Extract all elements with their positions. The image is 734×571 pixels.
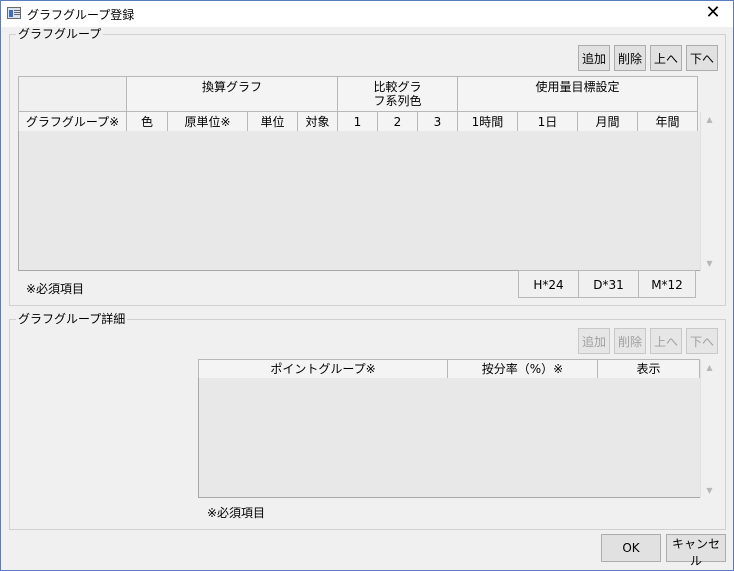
- detail-grid-scrollbar[interactable]: ▲ ▼: [700, 360, 718, 498]
- graph-group-box: グラフグループ 追加 削除 上へ 下へ 換算グラフ 比較グラフ系列色 使用量目標…: [9, 27, 726, 306]
- g1-down-button[interactable]: 下へ: [686, 45, 718, 71]
- cancel-button[interactable]: キャンセル: [666, 534, 726, 568]
- col-header-allocation-rate[interactable]: 按分率（%）※: [447, 359, 598, 379]
- col-header-series-1[interactable]: 1: [337, 111, 378, 132]
- col-header-month[interactable]: 月間: [577, 111, 638, 132]
- stat-hourly: H*24: [518, 270, 579, 298]
- band-header-blank: [18, 76, 127, 112]
- col-header-base-unit[interactable]: 原単位※: [167, 111, 248, 132]
- close-button[interactable]: ✕: [693, 1, 733, 27]
- g2-up-button[interactable]: 上へ: [650, 328, 682, 354]
- graph-group-detail-label: グラフグループ詳細: [16, 312, 128, 326]
- detail-grid-body[interactable]: [198, 378, 718, 498]
- graph-group-label: グラフグループ: [16, 27, 104, 41]
- band-header-usage-target: 使用量目標設定: [457, 76, 698, 112]
- col-header-day[interactable]: 1日: [517, 111, 578, 132]
- stat-monthly: M*12: [638, 270, 696, 298]
- graph-group-grid-body[interactable]: [18, 131, 718, 271]
- g2-required-note: ※必須項目: [207, 506, 266, 520]
- band-header-compare-series: 比較グラフ系列色: [337, 76, 458, 112]
- col-header-hour[interactable]: 1時間: [457, 111, 518, 132]
- ok-button[interactable]: OK: [601, 534, 661, 562]
- col-header-point-group[interactable]: ポイントグループ※: [198, 359, 448, 379]
- g1-add-button[interactable]: 追加: [578, 45, 610, 71]
- g2-add-button[interactable]: 追加: [578, 328, 610, 354]
- col-header-series-2[interactable]: 2: [377, 111, 418, 132]
- col-header-color[interactable]: 色: [126, 111, 168, 132]
- graph-group-scrollbar[interactable]: ▲ ▼: [700, 112, 718, 271]
- scroll-up-icon[interactable]: ▲: [701, 115, 718, 124]
- col-header-year[interactable]: 年間: [637, 111, 698, 132]
- title-bar: グラフグループ登録 ✕: [1, 1, 733, 27]
- col-header-series-3[interactable]: 3: [417, 111, 458, 132]
- scroll-up-icon[interactable]: ▲: [701, 363, 718, 372]
- dialog-window: グラフグループ登録 ✕ グラフグループ 追加 削除 上へ 下へ 換算グラフ 比較…: [0, 0, 734, 571]
- band-header-conversion-graph: 換算グラフ: [126, 76, 338, 112]
- g1-required-note: ※必須項目: [26, 282, 85, 296]
- g2-down-button[interactable]: 下へ: [686, 328, 718, 354]
- g2-delete-button[interactable]: 削除: [614, 328, 646, 354]
- col-header-target[interactable]: 対象: [297, 111, 338, 132]
- g1-up-button[interactable]: 上へ: [650, 45, 682, 71]
- scroll-down-icon[interactable]: ▼: [701, 259, 718, 268]
- graph-group-detail-box: グラフグループ詳細 追加 削除 上へ 下へ ポイントグループ※ 按分率（%）※ …: [9, 312, 726, 530]
- col-header-display[interactable]: 表示: [597, 359, 700, 379]
- window-title: グラフグループ登録: [27, 8, 135, 22]
- col-header-graph-group[interactable]: グラフグループ※: [18, 111, 127, 132]
- stat-daily: D*31: [578, 270, 639, 298]
- app-icon: [7, 7, 21, 19]
- g1-delete-button[interactable]: 削除: [614, 45, 646, 71]
- col-header-unit[interactable]: 単位: [247, 111, 298, 132]
- scroll-down-icon[interactable]: ▼: [701, 486, 718, 495]
